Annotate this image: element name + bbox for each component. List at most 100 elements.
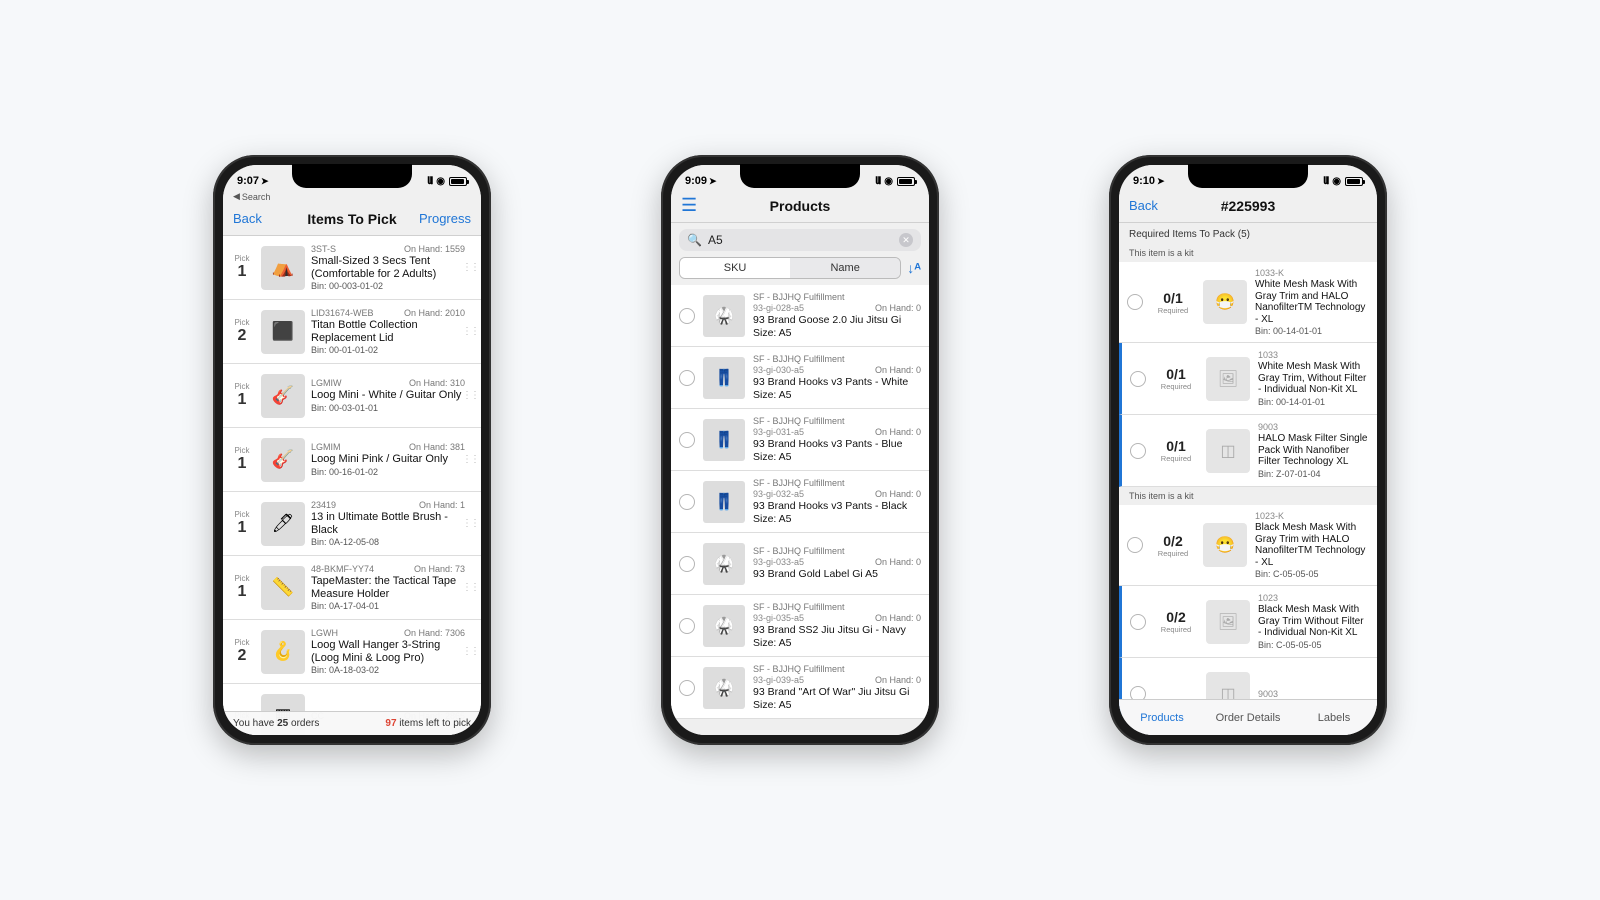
onhand: On Hand: 0: [875, 427, 921, 437]
sku: 1033-K: [1255, 268, 1369, 278]
product-row[interactable]: 🥋SF - BJJHQ Fulfillment93-gi-035-a5On Ha…: [671, 595, 929, 657]
pack-row[interactable]: 0/2Required🖼1023Black Mesh Mask With Gra…: [1119, 586, 1377, 658]
product-thumb: 🎸: [261, 374, 305, 418]
sku: LGMIM: [311, 442, 341, 452]
pick-row[interactable]: Pick2🪝LGWHOn Hand: 7306Loog Wall Hanger …: [223, 620, 481, 684]
search-field[interactable]: 🔍 ✕: [679, 229, 921, 251]
wifi-icon: ◉: [884, 176, 893, 187]
drag-handle-icon[interactable]: ⋮⋮: [465, 624, 475, 679]
onhand: On Hand: 73: [414, 564, 465, 574]
onhand: On Hand: 310: [409, 378, 465, 388]
select-radio[interactable]: [679, 680, 695, 696]
nav-bar: Back Items To Pick Progress: [223, 202, 481, 236]
product-name: HALO Mask Filter Single Pack With Nanofi…: [1258, 433, 1369, 468]
pick-row[interactable]: Pick1🎸LGMIMOn Hand: 381Loog Mini Pink / …: [223, 428, 481, 492]
pick-qty-col: Pick2: [229, 304, 255, 359]
select-radio[interactable]: [679, 618, 695, 634]
select-radio[interactable]: [1127, 537, 1143, 553]
onhand: On Hand: 0: [875, 613, 921, 623]
pack-row[interactable]: 0/1Required😷1033-KWhite Mesh Mask With G…: [1119, 262, 1377, 343]
location-icon: ➤: [709, 176, 717, 187]
breadcrumb-back-to-search[interactable]: ◀ Search: [223, 189, 481, 202]
sku: 9003: [1258, 689, 1369, 699]
select-radio[interactable]: [679, 432, 695, 448]
sku: 93-gi-033-a5: [753, 557, 804, 567]
required-col: 0/2Required: [1154, 609, 1198, 634]
product-row[interactable]: 🥋SF - BJJHQ Fulfillment93-gi-028-a5On Ha…: [671, 285, 929, 347]
segment-sku[interactable]: SKU: [680, 258, 790, 278]
onhand: On Hand: 1: [419, 500, 465, 510]
pick-row[interactable]: Pick1🖊23419On Hand: 113 in Ultimate Bott…: [223, 492, 481, 556]
onhand: On Hand: 0: [875, 303, 921, 313]
onhand: On Hand: 2010: [404, 308, 465, 318]
search-input[interactable]: [708, 233, 893, 247]
drag-handle-icon[interactable]: ⋮⋮: [465, 560, 475, 615]
drag-handle-icon[interactable]: ⋮⋮: [465, 496, 475, 551]
select-radio[interactable]: [1127, 294, 1143, 310]
product-name: White Mesh Mask With Gray Trim, Without …: [1258, 361, 1369, 396]
segment-name[interactable]: Name: [790, 258, 900, 278]
bin: Bin: C-05-05-05: [1258, 640, 1369, 650]
product-row[interactable]: 👖SF - BJJHQ Fulfillment93-gi-030-a5On Ha…: [671, 347, 929, 409]
location-icon: ➤: [261, 176, 269, 187]
pick-qty-col: Pick1: [229, 560, 255, 615]
search-container: 🔍 ✕: [671, 223, 929, 257]
back-button[interactable]: Back: [233, 211, 262, 226]
progress-button[interactable]: Progress: [419, 211, 471, 226]
pick-row[interactable]: Pick2⬛LID31674-WEBOn Hand: 2010Titan Bot…: [223, 300, 481, 364]
bin: Bin: 0A-12-05-08: [311, 537, 465, 547]
pick-qty-col: Pick2: [229, 624, 255, 679]
product-row[interactable]: 👖SF - BJJHQ Fulfillment93-gi-031-a5On Ha…: [671, 409, 929, 471]
sort-segment[interactable]: SKU Name: [679, 257, 901, 279]
tab-labels[interactable]: Labels: [1291, 700, 1377, 735]
select-radio[interactable]: [679, 308, 695, 324]
pack-row[interactable]: 0/2Required😷1023-KBlack Mesh Mask With G…: [1119, 505, 1377, 586]
bin: Bin: 00-14-01-01: [1258, 397, 1369, 407]
onhand: On Hand: 0: [875, 489, 921, 499]
drag-handle-icon[interactable]: ⋮⋮: [465, 240, 475, 295]
status-time: 9:10: [1133, 175, 1155, 187]
select-radio[interactable]: [1130, 443, 1146, 459]
pick-row[interactable]: Pick1📏48-BKMF-YY74On Hand: 73TapeMaster:…: [223, 556, 481, 620]
product-name: Loog Wall Hanger 3-String (Loog Mini & L…: [311, 639, 465, 664]
select-radio[interactable]: [679, 370, 695, 386]
notch: [740, 164, 860, 188]
drag-handle-icon[interactable]: ⋮⋮: [465, 368, 475, 423]
sku: 48-BKMF-YY74: [311, 564, 374, 574]
tab-order-details[interactable]: Order Details: [1205, 700, 1291, 735]
required-col: 0/1Required: [1151, 290, 1195, 315]
drag-handle-icon[interactable]: ⋮⋮: [465, 304, 475, 359]
fulfillment: SF - BJJHQ Fulfillment: [753, 292, 845, 302]
product-name: 93 Brand "Art Of War" Jiu Jitsu Gi Size:…: [753, 686, 921, 710]
product-list-scroll[interactable]: 🥋SF - BJJHQ Fulfillment93-gi-028-a5On Ha…: [671, 285, 929, 735]
tab-products[interactable]: Products: [1119, 700, 1205, 735]
select-radio[interactable]: [679, 556, 695, 572]
select-radio[interactable]: [1130, 371, 1146, 387]
pack-row[interactable]: 0/1Required◫9003HALO Mask Filter Single …: [1119, 415, 1377, 487]
phone-products: 9:09➤ ◉ ☰ Products 🔍 ✕ SKU Name ↓ᴬ 🥋SF -…: [661, 155, 939, 745]
clear-search-icon[interactable]: ✕: [899, 233, 913, 247]
pick-row[interactable]: Pick1🎸LGMIWOn Hand: 310Loog Mini - White…: [223, 364, 481, 428]
product-row[interactable]: 👖SF - BJJHQ Fulfillment93-gi-032-a5On Ha…: [671, 471, 929, 533]
select-radio[interactable]: [679, 494, 695, 510]
drag-handle-icon[interactable]: ⋮⋮: [465, 432, 475, 487]
pack-row[interactable]: 0/1Required🖼1033White Mesh Mask With Gra…: [1119, 343, 1377, 415]
product-info: SF - BJJHQ Fulfillment93-gi-035-a5On Han…: [753, 602, 921, 648]
menu-icon[interactable]: ☰: [681, 195, 697, 215]
pack-list-scroll[interactable]: Required Items To Pack (5) This item is …: [1119, 223, 1377, 735]
notch: [292, 164, 412, 188]
phone-order-detail: 9:10➤ ◉ Back #225993 Required Items To P…: [1109, 155, 1387, 745]
fulfillment: SF - BJJHQ Fulfillment: [753, 416, 845, 426]
product-row[interactable]: 🥋SF - BJJHQ Fulfillment93-gi-039-a5On Ha…: [671, 657, 929, 719]
onhand: On Hand: 7306: [404, 628, 465, 638]
pick-list-scroll[interactable]: Pick1⛺3ST-SOn Hand: 1559Small-Sized 3 Se…: [223, 236, 481, 735]
product-row[interactable]: 🥋SF - BJJHQ Fulfillment93-gi-033-a5On Ha…: [671, 533, 929, 595]
select-radio[interactable]: [1130, 614, 1146, 630]
sort-direction-button[interactable]: ↓ᴬ: [907, 260, 921, 276]
pick-row[interactable]: Pick1⛺3ST-SOn Hand: 1559Small-Sized 3 Se…: [223, 236, 481, 300]
pick-qty-col: Pick1: [229, 496, 255, 551]
sku: 23419: [311, 500, 336, 510]
sku: 93-gi-028-a5: [753, 303, 804, 313]
back-button[interactable]: Back: [1129, 198, 1158, 213]
product-thumb: ⬛: [261, 310, 305, 354]
